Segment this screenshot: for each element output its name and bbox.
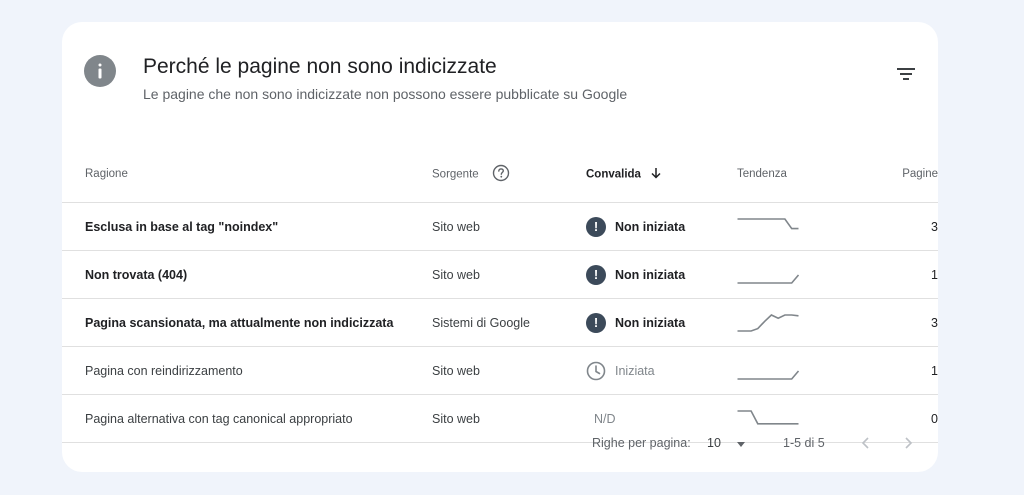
- row-pages: 3: [837, 298, 938, 347]
- trend-sparkline: [737, 273, 799, 284]
- trend-sparkline: [737, 369, 799, 380]
- reasons-table: Ragione Sorgente Convalida Tendenza Pagi…: [62, 146, 938, 443]
- row-source: Sito web: [432, 250, 586, 299]
- previous-page-button[interactable]: [855, 432, 877, 454]
- table-row[interactable]: Pagina scansionata, ma attualmente non i…: [62, 298, 938, 347]
- row-status: ! Non iniziata: [586, 298, 737, 347]
- column-reason[interactable]: Ragione: [62, 146, 432, 203]
- card-subtitle: Le pagine che non sono indicizzate non p…: [143, 86, 628, 102]
- chevron-right-icon: [905, 437, 913, 449]
- row-trend: [737, 250, 837, 299]
- row-source: Sito web: [432, 346, 586, 395]
- filter-button[interactable]: [892, 60, 920, 88]
- row-reason: Esclusa in base al tag "noindex": [62, 202, 432, 251]
- card-header: Perché le pagine non sono indicizzate Le…: [62, 22, 938, 132]
- card-title: Perché le pagine non sono indicizzate: [143, 55, 497, 78]
- help-icon[interactable]: [492, 164, 510, 185]
- column-reason-label: Ragione: [85, 168, 128, 180]
- row-pages: 3: [837, 202, 938, 251]
- rows-per-page-select[interactable]: 10: [707, 436, 721, 450]
- exclamation-icon: !: [586, 312, 606, 333]
- row-trend: [737, 202, 837, 251]
- caret-down-icon[interactable]: [735, 437, 747, 455]
- arrow-down-icon: [650, 167, 662, 182]
- column-validation[interactable]: Convalida: [586, 146, 737, 203]
- status-text: Non iniziata: [615, 267, 686, 282]
- column-pages[interactable]: Pagine: [837, 146, 938, 203]
- status-text: Non iniziata: [615, 219, 686, 234]
- trend-sparkline: [737, 313, 799, 332]
- pagination-footer: Righe per pagina: 10 1-5 di 5: [62, 420, 938, 472]
- table-row[interactable]: Esclusa in base al tag "noindex" Sito we…: [62, 202, 938, 251]
- row-source: Sistemi di Google: [432, 298, 586, 347]
- trend-line: [737, 273, 799, 284]
- trend-line: [737, 217, 799, 229]
- column-trend: Tendenza: [737, 146, 837, 203]
- status-text: Non iniziata: [615, 315, 686, 330]
- table-row[interactable]: Pagina con reindirizzamento Sito web Ini…: [62, 346, 938, 395]
- row-trend: [737, 346, 837, 395]
- exclamation-icon: !: [586, 264, 606, 285]
- column-pages-label: Pagine: [902, 168, 938, 180]
- row-status: ! Non iniziata: [586, 202, 737, 251]
- column-trend-label: Tendenza: [737, 168, 787, 180]
- trend-sparkline: [737, 217, 799, 229]
- table-row[interactable]: Non trovata (404) Sito web ! Non iniziat…: [62, 250, 938, 299]
- row-source: Sito web: [432, 202, 586, 251]
- row-reason: Pagina scansionata, ma attualmente non i…: [62, 298, 432, 347]
- index-report-card: Perché le pagine non sono indicizzate Le…: [62, 22, 938, 472]
- row-status: ! Non iniziata: [586, 250, 737, 299]
- status-text: Iniziata: [615, 363, 655, 378]
- column-source[interactable]: Sorgente: [432, 146, 586, 203]
- column-source-label: Sorgente: [432, 168, 479, 181]
- clock-icon: [586, 361, 606, 380]
- table-header-row: Ragione Sorgente Convalida Tendenza Pagi…: [62, 146, 938, 203]
- column-validation-label: Convalida: [586, 168, 641, 181]
- pagination-range: 1-5 di 5: [783, 436, 825, 450]
- exclamation-icon: !: [586, 216, 606, 237]
- next-page-button[interactable]: [897, 432, 919, 454]
- row-trend: [737, 298, 837, 347]
- row-pages: 1: [837, 346, 938, 395]
- trend-line: [737, 313, 799, 332]
- chevron-left-icon: [861, 437, 869, 449]
- row-reason: Non trovata (404): [62, 250, 432, 299]
- filter-icon: [897, 68, 915, 80]
- row-status: Iniziata: [586, 346, 737, 395]
- row-pages: 1: [837, 250, 938, 299]
- rows-per-page-label: Righe per pagina:: [592, 436, 691, 450]
- trend-line: [737, 369, 799, 380]
- info-icon: [84, 55, 116, 87]
- row-reason: Pagina con reindirizzamento: [62, 346, 432, 395]
